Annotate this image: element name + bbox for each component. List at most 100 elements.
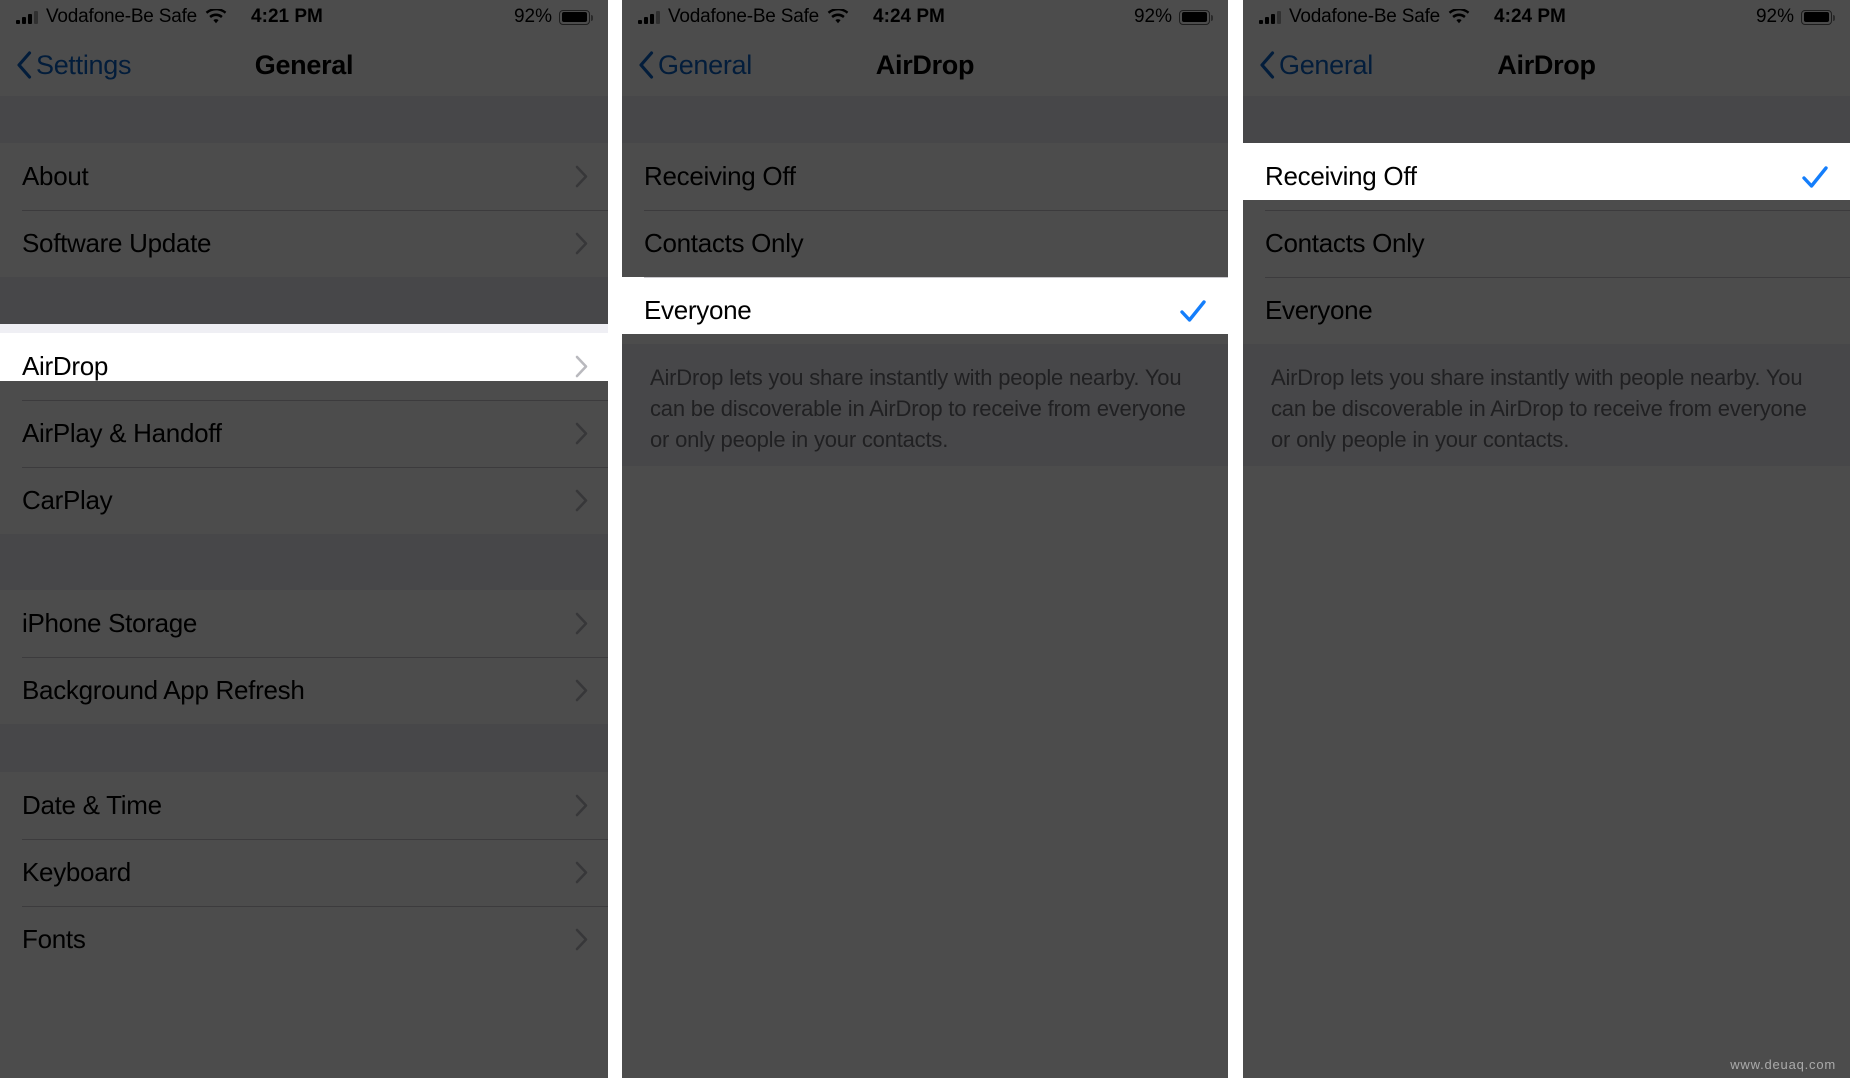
row-label: Software Update [22, 228, 212, 258]
carrier-label: Vodafone-Be Safe [668, 6, 820, 27]
settings-group-4: Date & Time Keyboard Fonts [0, 772, 608, 973]
chevron-right-icon [575, 422, 588, 445]
airdrop-option-receiving-off[interactable]: Receiving Off [1243, 143, 1850, 210]
status-bar-right: 92% [1755, 6, 1835, 28]
back-button-general[interactable]: General [1259, 50, 1373, 81]
carrier-label: Vodafone-Be Safe [46, 6, 198, 27]
back-button-settings[interactable]: Settings [16, 50, 131, 81]
settings-row-airplay-handoff[interactable]: AirPlay & Handoff [0, 400, 608, 467]
settings-list: About Software Update AirDrop AirPlay & … [0, 96, 608, 973]
row-label: iPhone Storage [22, 608, 198, 638]
settings-row-fonts[interactable]: Fonts [0, 906, 608, 973]
chevron-right-icon [575, 355, 588, 378]
wifi-icon [827, 9, 849, 25]
chevron-right-icon [575, 489, 588, 512]
back-button-label: General [1279, 49, 1373, 80]
chevron-left-icon [1259, 51, 1275, 79]
clock-label: 4:21 PM [251, 6, 323, 27]
battery-icon [559, 9, 593, 25]
status-bar: Vodafone-Be Safe 4:24 PM 92% [1243, 0, 1850, 34]
row-label: Everyone [1265, 295, 1373, 325]
list-section-gap [0, 534, 608, 590]
status-bar: Vodafone-Be Safe 4:21 PM 92% [0, 0, 608, 34]
row-label: Contacts Only [644, 228, 804, 258]
status-bar-right: 92% [1133, 6, 1213, 28]
row-label: Contacts Only [1265, 228, 1425, 258]
list-section-gap [0, 96, 608, 143]
checkmark-icon [1800, 162, 1830, 192]
airdrop-option-receiving-off[interactable]: Receiving Off [622, 143, 1228, 210]
chevron-right-icon [575, 165, 588, 188]
settings-group-2: AirDrop AirPlay & Handoff CarPlay [0, 333, 608, 534]
row-label: Everyone [644, 295, 752, 325]
settings-row-about[interactable]: About [0, 143, 608, 210]
chevron-right-icon [575, 612, 588, 635]
wifi-icon [1448, 9, 1470, 25]
list-section-gap [0, 724, 608, 772]
settings-row-iphone-storage[interactable]: iPhone Storage [0, 590, 608, 657]
chevron-right-icon [575, 928, 588, 951]
cellular-signal-icon [1259, 10, 1281, 24]
chevron-right-icon [575, 794, 588, 817]
settings-row-date-time[interactable]: Date & Time [0, 772, 608, 839]
status-bar-right: 92% [513, 6, 593, 28]
phone-screen-general-settings: Vodafone-Be Safe 4:21 PM 92% Settings Ge… [0, 0, 608, 1078]
airdrop-footnote: AirDrop lets you share instantly with pe… [1243, 344, 1850, 466]
airdrop-options-list: Receiving Off Contacts Only Everyone Air… [1243, 96, 1850, 466]
row-label: Background App Refresh [22, 675, 305, 705]
chevron-right-icon [575, 861, 588, 884]
row-label: AirDrop [22, 351, 109, 381]
airdrop-options-group: Receiving Off Contacts Only Everyone [1243, 143, 1850, 344]
navigation-bar: General AirDrop [622, 34, 1228, 96]
back-button-label: Settings [36, 49, 132, 80]
phone-screen-airdrop-everyone: Vodafone-Be Safe 4:24 PM 92% General Air… [622, 0, 1228, 1078]
navigation-bar: General AirDrop [1243, 34, 1850, 96]
airdrop-option-contacts-only[interactable]: Contacts Only [622, 210, 1228, 277]
battery-percent-label: 92% [1133, 6, 1172, 27]
chevron-right-icon [575, 679, 588, 702]
settings-group-3: iPhone Storage Background App Refresh [0, 590, 608, 724]
back-button-label: General [658, 49, 752, 80]
cellular-signal-icon [16, 10, 38, 24]
status-bar-left: Vodafone-Be Safe 4:24 PM [1259, 6, 1566, 28]
airdrop-footnote: AirDrop lets you share instantly with pe… [622, 344, 1228, 466]
chevron-right-icon [575, 232, 588, 255]
chevron-left-icon [638, 51, 654, 79]
row-label: CarPlay [22, 485, 113, 515]
battery-percent-label: 92% [1755, 6, 1794, 27]
back-button-general[interactable]: General [638, 50, 752, 81]
settings-row-software-update[interactable]: Software Update [0, 210, 608, 277]
airdrop-option-everyone[interactable]: Everyone [622, 277, 1228, 344]
settings-row-keyboard[interactable]: Keyboard [0, 839, 608, 906]
site-watermark: www.deuaq.com [1730, 1057, 1836, 1072]
screenshot-stage: Vodafone-Be Safe 4:21 PM 92% Settings Ge… [0, 0, 1850, 1078]
row-label: About [22, 161, 89, 191]
wifi-icon [205, 9, 227, 25]
battery-icon [1801, 9, 1835, 25]
row-label: Date & Time [22, 790, 162, 820]
settings-row-background-app-refresh[interactable]: Background App Refresh [0, 657, 608, 724]
status-bar-left: Vodafone-Be Safe 4:21 PM [16, 6, 323, 28]
cellular-signal-icon [638, 10, 660, 24]
airdrop-options-group: Receiving Off Contacts Only Everyone [622, 143, 1228, 344]
settings-row-airdrop[interactable]: AirDrop [0, 333, 608, 400]
status-bar-left: Vodafone-Be Safe 4:24 PM [638, 6, 945, 28]
airdrop-option-everyone[interactable]: Everyone [1243, 277, 1850, 344]
list-section-gap [622, 96, 1228, 143]
row-label: Fonts [22, 924, 86, 954]
list-section-gap [1243, 96, 1850, 143]
airdrop-option-contacts-only[interactable]: Contacts Only [1243, 210, 1850, 277]
navigation-bar: Settings General [0, 34, 608, 96]
panel-separator [1228, 0, 1243, 1078]
battery-percent-label: 92% [513, 6, 552, 27]
settings-row-carplay[interactable]: CarPlay [0, 467, 608, 534]
airdrop-options-list: Receiving Off Contacts Only Everyone Air… [622, 96, 1228, 466]
settings-group-1: About Software Update [0, 143, 608, 277]
clock-label: 4:24 PM [1494, 6, 1566, 27]
checkmark-icon [1178, 296, 1208, 326]
battery-icon [1179, 9, 1213, 25]
row-label: Receiving Off [644, 161, 796, 191]
carrier-label: Vodafone-Be Safe [1289, 6, 1441, 27]
row-label: AirPlay & Handoff [22, 418, 222, 448]
clock-label: 4:24 PM [873, 6, 945, 27]
